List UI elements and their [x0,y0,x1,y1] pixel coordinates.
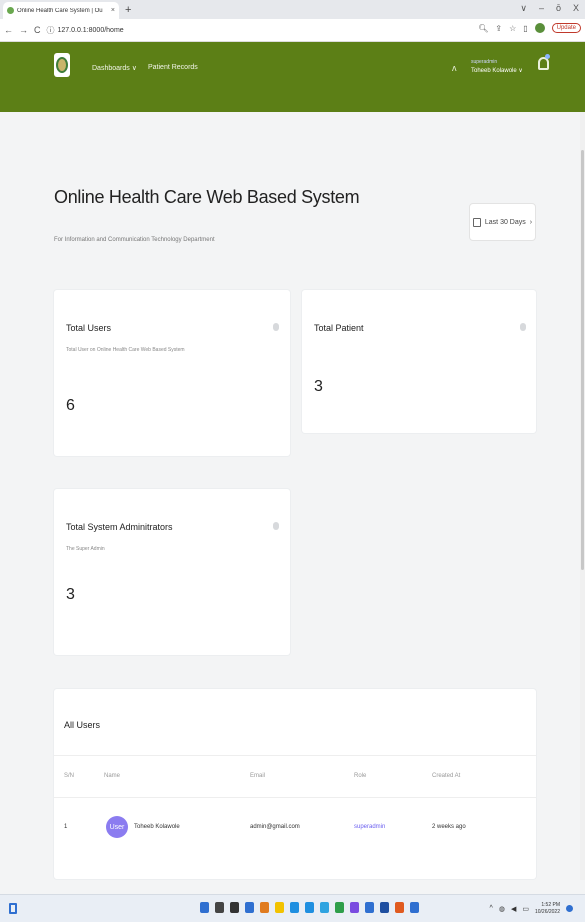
tab-title: Online Health Care System | Ou [17,7,103,14]
cell-email: admin@gmail.com [250,824,300,830]
taskbar-apps [200,902,419,913]
nav-dashboards[interactable]: Dashboards ∨ [92,64,137,72]
widgets-icon[interactable] [9,903,17,914]
taskbar-app-icon[interactable] [380,902,389,913]
network-icon[interactable]: ◍ [499,905,505,913]
os-taskbar: ^ ◍ ◀︎ ▭ 1:52 PM 10/26/2022 [0,894,585,922]
logo-emblem-icon [56,57,68,73]
taskbar-app-icon[interactable] [365,902,374,913]
taskbar-app-icon[interactable] [245,902,254,913]
sidebar-icon[interactable]: ▯ [523,24,527,33]
total-users-card: Total Users Total User on Online Health … [54,290,290,456]
cell-sn: 1 [64,824,68,830]
col-header-role: Role [354,773,367,779]
user-role: superadmin [471,59,498,65]
taskbar-app-icon[interactable] [200,902,209,913]
taskbar-app-icon[interactable] [215,902,224,913]
taskbar-app-icon[interactable] [275,902,284,913]
bookmark-star-icon[interactable]: ☆ [509,24,516,33]
total-admins-card: Total System Adminitrators The Super Adm… [54,489,290,655]
share-icon[interactable]: ⇪ [495,24,502,33]
clock-date: 10/26/2022 [534,908,560,915]
date-range-button[interactable]: Last 30 Days › [469,203,536,241]
address-bar-actions: 🔍︎ ⇪ ☆ ▯ Update [478,23,581,33]
taskbar-app-icon[interactable] [230,902,239,913]
notification-dot [545,54,550,59]
address-bar: ← → C ⓘ 127.0.0.1:8000/home 🔍︎ ⇪ ☆ ▯ Upd… [0,19,585,42]
battery-icon[interactable]: ▭ [522,905,529,913]
url-input[interactable]: 127.0.0.1:8000/home [58,27,124,34]
new-tab-button[interactable]: + [125,4,131,16]
info-icon[interactable] [520,323,526,331]
info-icon[interactable] [273,323,279,331]
forward-icon[interactable]: → [19,25,28,35]
cell-role[interactable]: superadmin [354,824,385,830]
volume-icon[interactable]: ◀︎ [511,905,516,913]
avatar: User [106,816,128,838]
window-controls: ∨ – ō X [520,3,579,14]
close-window-button[interactable]: X [573,3,579,14]
page-title: Online Health Care Web Based System [54,187,360,207]
reload-icon[interactable]: C [34,25,41,35]
site-info-icon[interactable]: ⓘ [47,25,55,36]
info-icon[interactable] [273,522,279,530]
tray-chevron-icon[interactable]: ^ [490,905,493,912]
table-title: All Users [64,720,101,730]
notification-icon[interactable] [566,905,573,912]
system-tray: ^ ◍ ◀︎ ▭ 1:52 PM 10/26/2022 [490,902,573,915]
taskbar-app-icon[interactable] [350,902,359,913]
taskbar-app-icon[interactable] [305,902,314,913]
taskbar-app-icon[interactable] [320,902,329,913]
cell-created: 2 weeks ago [432,824,466,830]
col-header-name: Name [104,773,121,779]
tab-close-icon[interactable]: × [111,7,115,14]
divider [54,755,536,756]
user-menu[interactable]: Toheeb Kolawole ∨ [471,67,523,74]
col-header-sn: S/N [64,773,75,779]
page-subtitle: For Information and Communication Techno… [54,237,215,243]
card-title: Total System Adminitrators [66,522,173,532]
card-subtitle: The Super Admin [66,546,105,552]
favicon-icon [7,7,14,14]
app-navbar: Dashboards ∨ Patient Records ᴧ superadmi… [0,42,585,112]
total-patient-card: Total Patient 3 [302,290,536,433]
card-subtitle: Total User on Online Health Care Web Bas… [66,347,185,353]
browser-tab-bar: Online Health Care System | Ou × + ∨ – ō… [0,0,585,19]
taskbar-app-icon[interactable] [335,902,344,913]
taskbar-app-icon[interactable] [410,902,419,913]
taskbar-app-icon[interactable] [395,902,404,913]
clock[interactable]: 1:52 PM 10/26/2022 [535,902,560,915]
minimize-button[interactable]: – [539,3,544,14]
card-value: 3 [66,586,75,603]
divider [54,797,536,798]
back-icon[interactable]: ← [4,25,13,35]
col-header-email: Email [250,773,266,779]
chevron-right-icon: › [529,218,533,226]
restore-button[interactable]: ō [556,3,561,14]
app-logo[interactable] [54,53,70,77]
card-value: 6 [66,397,75,414]
taskbar-app-icon[interactable] [290,902,299,913]
card-title: Total Users [66,323,112,333]
nav-patient-records[interactable]: Patient Records [148,64,198,71]
zoom-icon[interactable]: 🔍︎ [478,24,488,33]
profile-avatar-icon[interactable] [534,23,545,33]
taskbar-app-icon[interactable] [260,902,269,913]
card-value: 3 [314,378,323,395]
browser-tab[interactable]: Online Health Care System | Ou × [3,2,119,19]
all-users-table: All Users S/N Name Email Role Created At… [54,689,536,879]
calendar-icon [472,217,481,227]
tab-search-button[interactable]: ∨ [520,3,527,14]
user-icon: ᴧ [452,63,457,73]
col-header-created: Created At [432,773,461,779]
update-button[interactable]: Update [551,23,581,33]
card-title: Total Patient [314,323,364,333]
date-range-label: Last 30 Days [484,218,526,226]
scrollbar-thumb[interactable] [581,150,584,570]
cell-name: Toheeb Kolawole [134,824,180,830]
